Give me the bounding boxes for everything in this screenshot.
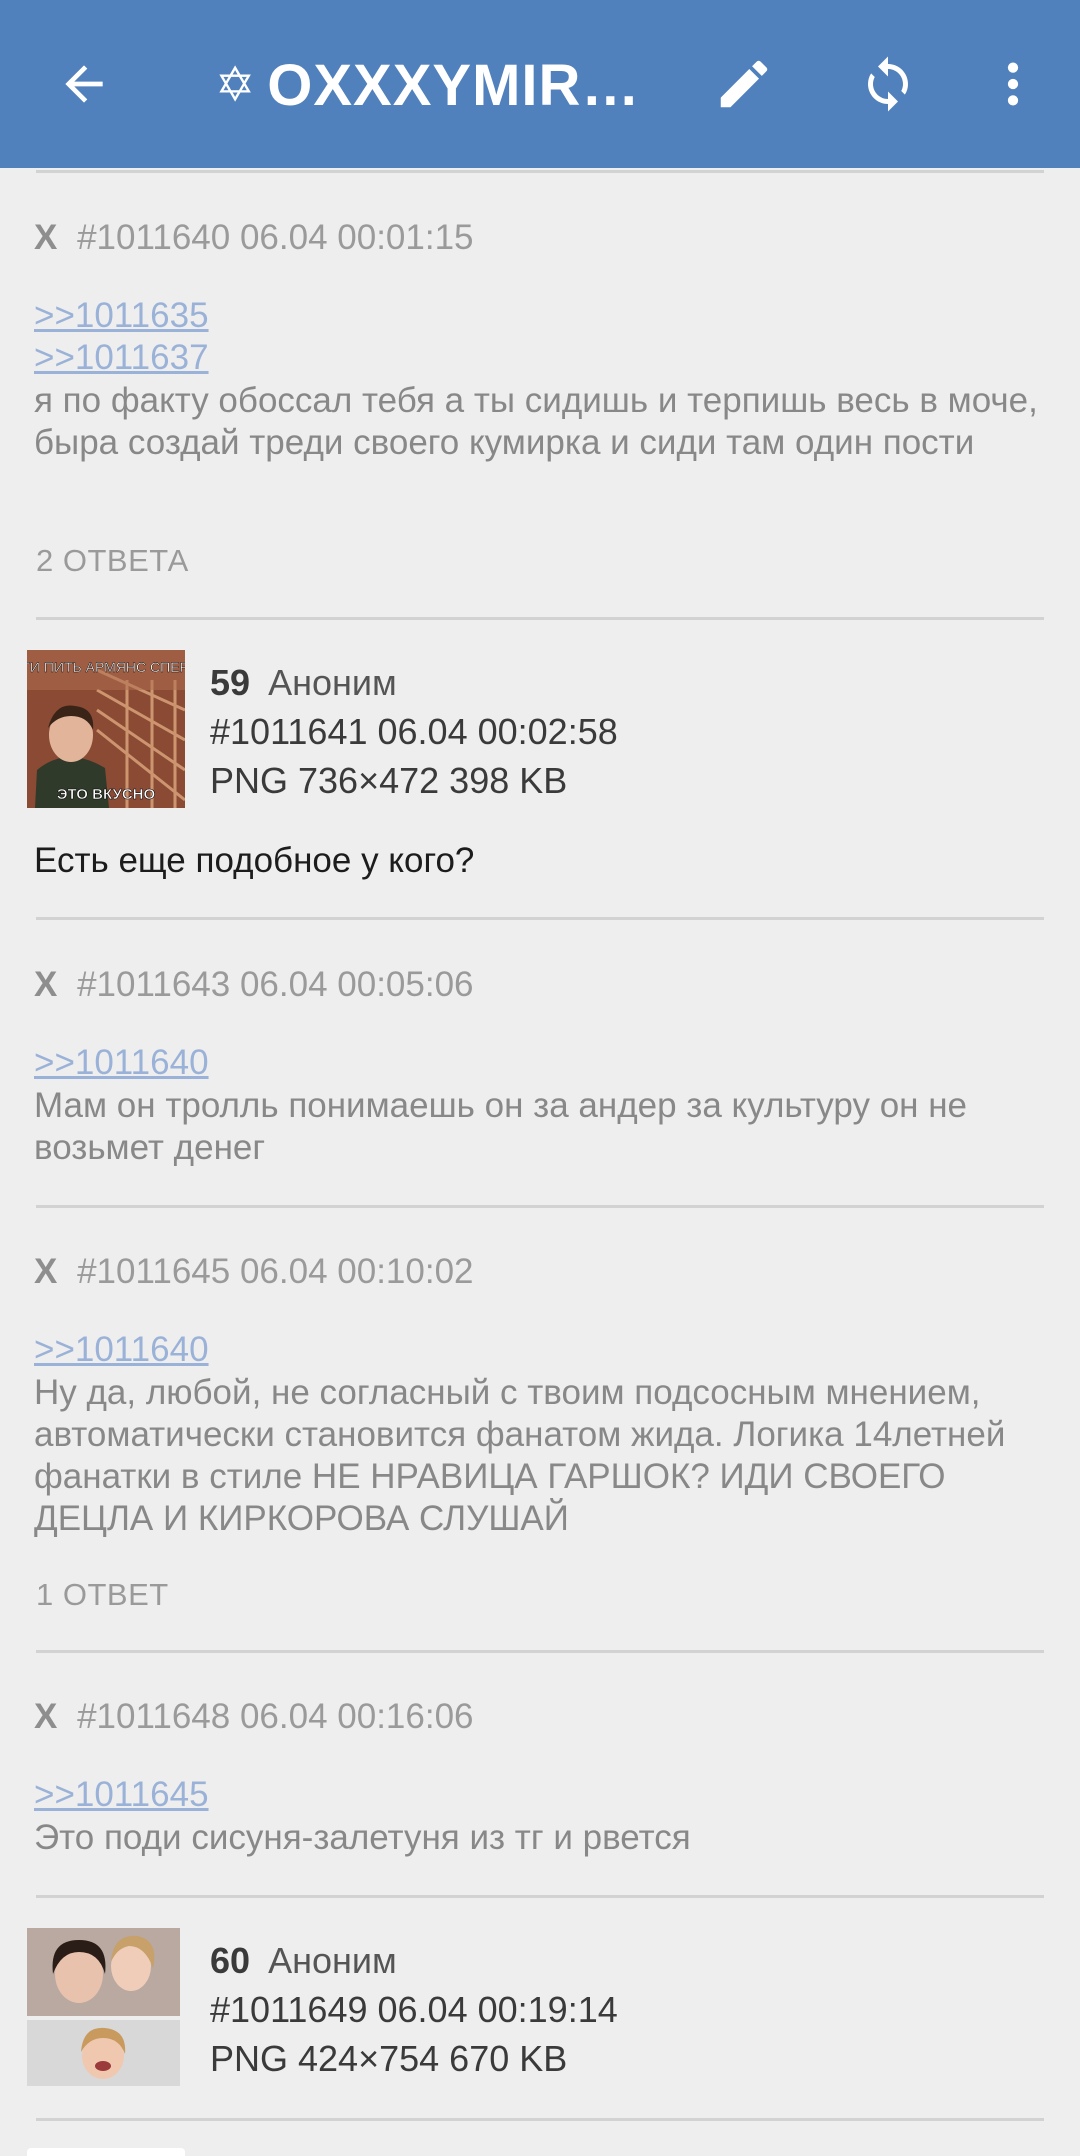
- post-meta: #1011649 06.04 00:19:14: [210, 1989, 618, 2031]
- pencil-icon: [720, 60, 768, 108]
- file-info: PNG 736×472 398 KB: [210, 760, 568, 801]
- post-id[interactable]: #1011641: [210, 711, 368, 752]
- thread-title[interactable]: ✡ OXXXYMIRO...: [215, 50, 660, 120]
- reply-link[interactable]: >>1011645: [34, 1775, 209, 1815]
- answers-button[interactable]: 1 ОТВЕТ: [36, 1577, 169, 1613]
- post-meta: X #1011645 06.04 00:10:02: [34, 1252, 474, 1292]
- post-id[interactable]: #1011645: [77, 1252, 230, 1291]
- post-time: 06.04 00:10:02: [239, 1252, 474, 1291]
- refresh-button[interactable]: [838, 34, 938, 134]
- thumbnail-caption-top: РЕТИ ПИТЬ АРМЯНС СПЕРМУ: [27, 659, 185, 675]
- post-meta: X #1011640 06.04 00:01:15: [34, 218, 474, 258]
- post-marker: X: [34, 1697, 58, 1736]
- post-author: Аноним: [268, 662, 397, 703]
- thumbnail-image: РЕТИ ПИТЬ АРМЯНС СПЕРМУ ЭТО ВКУСНО: [27, 650, 185, 808]
- post-time: 06.04 00:05:06: [239, 965, 474, 1004]
- reply-link[interactable]: >>1011635: [34, 296, 209, 336]
- app-bar: ✡ OXXXYMIRO...: [0, 0, 1080, 168]
- refresh-icon: [868, 56, 908, 112]
- post-author: Аноним: [268, 1940, 397, 1981]
- answers-button[interactable]: 2 ОТВЕТА: [36, 543, 189, 579]
- post-text: Мам он тролль понимаешь он за андер за к…: [34, 1086, 968, 1167]
- back-button[interactable]: [34, 34, 134, 134]
- post-text: я по факту обоссал тебя а ты сидишь и те…: [34, 381, 1038, 462]
- thread-title-text: OXXXYMIRO...: [267, 52, 660, 118]
- post-id[interactable]: #1011640: [77, 218, 230, 257]
- post-thumbnail[interactable]: РЕТИ ПИТЬ АРМЯНС СПЕРМУ ЭТО ВКУСНО: [27, 650, 185, 808]
- post-id[interactable]: #1011648: [77, 1697, 230, 1736]
- post-marker: X: [34, 965, 58, 1004]
- post-text: Есть еще подобное у кого?: [34, 841, 475, 880]
- post-divider: [36, 1205, 1044, 1208]
- post-time: 06.04 00:01:15: [239, 218, 474, 257]
- reply-link[interactable]: >>1011640: [34, 1330, 209, 1370]
- post-time: 06.04 00:02:58: [377, 711, 618, 752]
- post-thumbnail[interactable]: [27, 2148, 185, 2156]
- post-divider: [36, 1650, 1044, 1653]
- overflow-menu-button[interactable]: [963, 34, 1063, 134]
- post-author-line: 59 Аноним: [210, 662, 397, 704]
- post-id[interactable]: #1011643: [77, 965, 230, 1004]
- post-meta: #1011641 06.04 00:02:58: [210, 711, 618, 753]
- post-time: 06.04 00:19:14: [377, 1989, 618, 2030]
- post-divider: [36, 1895, 1044, 1898]
- more-vert-icon: [1007, 62, 1019, 106]
- post-number: 59: [210, 662, 251, 703]
- back-arrow-icon: [65, 65, 103, 103]
- post-divider: [36, 170, 1044, 173]
- post-meta: X #1011648 06.04 00:16:06: [34, 1697, 474, 1737]
- post-divider: [36, 2118, 1044, 2121]
- reply-button[interactable]: [694, 34, 794, 134]
- post-marker: X: [34, 1252, 58, 1291]
- reply-link[interactable]: >>1011637: [34, 338, 209, 378]
- post-author-line: 60 Аноним: [210, 1940, 397, 1982]
- post-meta: X #1011643 06.04 00:05:06: [34, 965, 474, 1005]
- thumbnail-image: [27, 1928, 180, 2086]
- post-text: Ну да, любой, не согласный с твоим подсо…: [34, 1373, 1006, 1538]
- post-time: 06.04 00:16:06: [239, 1697, 474, 1736]
- post-divider: [36, 917, 1044, 920]
- reply-link[interactable]: >>1011640: [34, 1043, 209, 1083]
- post-thumbnail[interactable]: [27, 1928, 180, 2086]
- post-marker: X: [34, 218, 58, 257]
- post-text: Это поди сисуня-залетуня из тг и рвется: [34, 1818, 691, 1857]
- post-id[interactable]: #1011649: [210, 1989, 368, 2030]
- file-info: PNG 424×754 670 KB: [210, 2038, 568, 2079]
- post-divider: [36, 617, 1044, 620]
- thumbnail-caption-bottom: ЭТО ВКУСНО: [57, 786, 156, 803]
- post-number: 60: [210, 1940, 251, 1981]
- star-of-david-icon: ✡: [215, 57, 256, 113]
